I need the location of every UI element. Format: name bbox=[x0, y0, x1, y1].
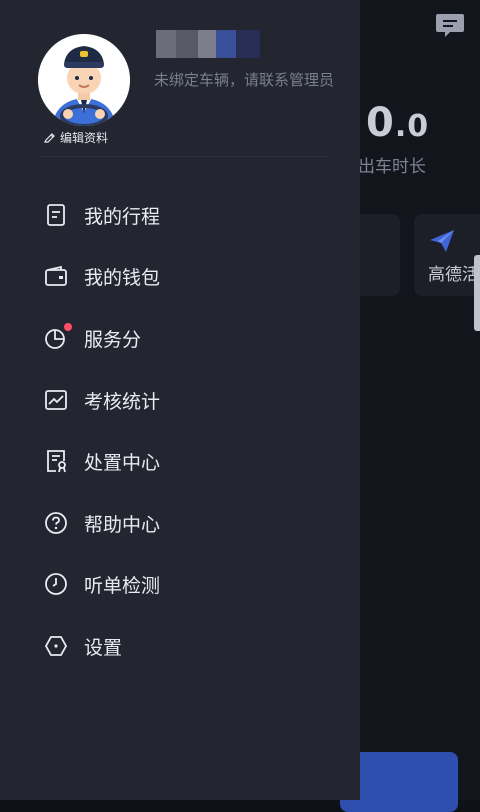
menu-item-label: 帮助中心 bbox=[84, 513, 161, 536]
menu-item-service-score[interactable]: 服务分 bbox=[44, 318, 324, 358]
menu-item-label: 听单检测 bbox=[84, 574, 161, 597]
menu-item-label: 设置 bbox=[84, 636, 123, 659]
menu-item-assessment-stats[interactable]: 考核统计 bbox=[44, 380, 324, 420]
navigation-drawer: 编辑资料 未绑定车辆，请联系管理员 我的行程 我的钱包 服务分 考核统计 处置中… bbox=[0, 0, 360, 800]
help-icon bbox=[44, 511, 68, 535]
menu-item-settings[interactable]: 设置 bbox=[44, 626, 324, 666]
message-icon[interactable] bbox=[436, 12, 464, 37]
amap-card-label: 高德活 bbox=[428, 265, 479, 285]
certificate-icon bbox=[44, 449, 68, 473]
paper-plane-icon bbox=[428, 228, 456, 258]
edit-profile-label: 编辑资料 bbox=[60, 131, 109, 145]
timer-icon bbox=[44, 572, 68, 596]
menu-item-my-wallet[interactable]: 我的钱包 bbox=[44, 256, 324, 296]
edit-profile-button[interactable]: 编辑资料 bbox=[44, 128, 108, 147]
menu-item-label: 考核统计 bbox=[84, 390, 161, 413]
menu-item-order-detection[interactable]: 听单检测 bbox=[44, 564, 324, 604]
trend-chart-icon bbox=[44, 388, 68, 412]
document-icon bbox=[44, 203, 68, 227]
notification-badge bbox=[64, 323, 72, 331]
vehicle-binding-hint: 未绑定车辆，请联系管理员 bbox=[154, 71, 335, 89]
pie-chart-icon bbox=[44, 323, 72, 350]
pencil-icon bbox=[44, 128, 56, 147]
driving-duration-value: 0.0 bbox=[366, 100, 430, 146]
menu-item-help-center[interactable]: 帮助中心 bbox=[44, 503, 324, 543]
avatar[interactable] bbox=[38, 34, 130, 126]
menu-item-label: 我的钱包 bbox=[84, 266, 161, 289]
amap-card[interactable]: 高德活 bbox=[414, 214, 480, 296]
menu-item-label: 我的行程 bbox=[84, 205, 161, 228]
driving-duration-label: 出车时长 bbox=[358, 157, 426, 177]
menu-item-disposal-center[interactable]: 处置中心 bbox=[44, 441, 324, 481]
wallet-icon bbox=[44, 264, 68, 288]
settings-icon bbox=[44, 634, 68, 658]
user-name-redacted bbox=[156, 30, 260, 58]
divider bbox=[38, 156, 330, 157]
menu-item-label: 处置中心 bbox=[84, 451, 161, 474]
menu-item-label: 服务分 bbox=[84, 328, 142, 351]
side-handle[interactable] bbox=[474, 255, 480, 331]
menu-item-my-trips[interactable]: 我的行程 bbox=[44, 195, 324, 235]
